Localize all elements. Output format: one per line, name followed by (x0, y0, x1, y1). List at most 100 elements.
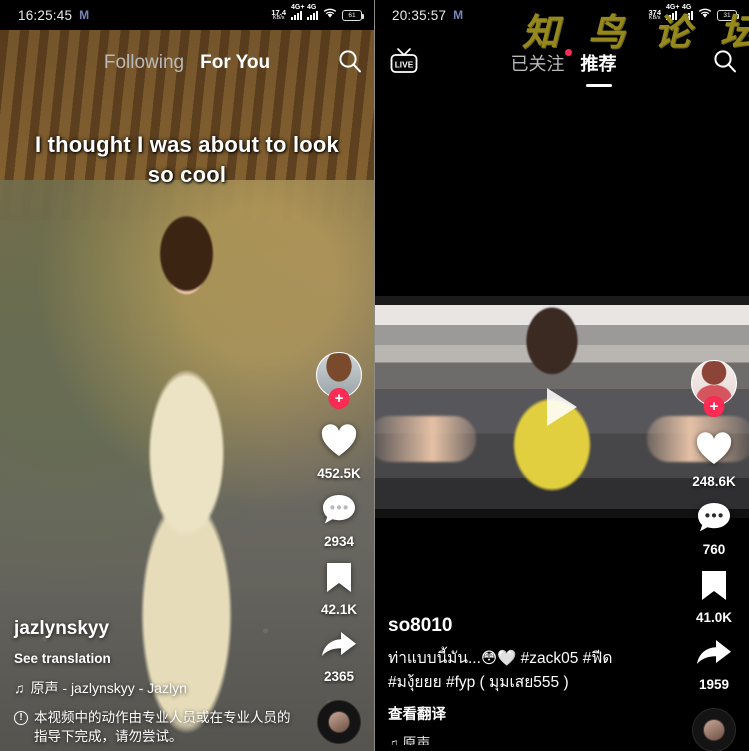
search-button-left[interactable] (326, 48, 374, 79)
nav-tabs-right: 已关注 推荐 (426, 49, 701, 87)
username[interactable]: so8010 (388, 615, 664, 637)
nav-tabs-left: Following For You (48, 52, 326, 74)
share-action[interactable]: 1959 (695, 637, 733, 692)
status-clock: 16:25:45 (18, 7, 73, 23)
action-rail-right: + 248.6K 760 41.0K 1959 (679, 360, 749, 751)
share-arrow-icon[interactable] (695, 637, 733, 674)
video-subtitle-line-2: so cool (147, 161, 227, 187)
battery-level-text: 61 (348, 11, 356, 19)
status-bar-right-group: 374 KB/s 4G+ 4G 31 (648, 4, 739, 22)
bookmark-action[interactable]: 42.1K (321, 561, 357, 617)
video-info-left: jazlynskyy See translation ♫ 原声 - jazlyn… (0, 618, 300, 751)
username[interactable]: jazlynskyy (14, 618, 300, 640)
share-arrow-icon[interactable] (320, 629, 358, 666)
dual-phone-screenshot-comparison: 16:25:45 M 17.4 KB/s 4G+ 4G 61 Following… (0, 0, 749, 751)
comment-action[interactable]: 760 (696, 501, 732, 557)
video-subtitle-line-1: I thought I was about to look (35, 132, 339, 157)
see-translation-link[interactable]: 查看翻译 (388, 703, 664, 724)
bookmark-icon[interactable] (324, 561, 354, 599)
comment-icon[interactable] (696, 501, 732, 539)
follow-button[interactable]: + (703, 396, 725, 417)
safety-warning-text: 本视频中的动作由专业人员或在专业人员的指导下完成，请勿尝试。 (34, 710, 291, 745)
description-line-2: #มงุ้ยยย #fyp ( มุมเสย555 ) (388, 673, 569, 691)
like-action[interactable]: 452.5K (317, 424, 361, 481)
network-speed-indicator: 374 KB/s (648, 8, 661, 22)
avatar-with-follow[interactable]: + (316, 352, 362, 409)
bookmark-count: 41.0K (695, 610, 733, 625)
music-title: 原声 - jazlynskyy - Jazlyn (30, 680, 187, 697)
heart-icon[interactable] (695, 432, 733, 471)
active-tab-underline (585, 84, 612, 87)
video-subtitle-overlay: I thought I was about to look so cool (0, 130, 374, 190)
comment-action[interactable]: 2934 (321, 493, 357, 549)
carrier-badge: M (79, 8, 90, 22)
status-bar-right: 20:35:57 M 374 KB/s 4G+ 4G 31 (374, 0, 749, 30)
wifi-icon (698, 8, 712, 22)
signal-bars-icon-1: 4G+ (291, 4, 304, 20)
share-action[interactable]: 2365 (320, 629, 358, 684)
wifi-icon (323, 8, 337, 22)
safety-warning-row: ! 本视频中的动作由专业人员或在专业人员的指导下完成，请勿尝试。 (14, 709, 300, 747)
search-icon (337, 48, 363, 79)
signal-bars-icon-2: 4G (682, 4, 693, 20)
music-disc-icon[interactable] (692, 708, 736, 751)
signal-label-2: 4G (682, 3, 692, 11)
top-nav-left: Following For You (0, 38, 374, 88)
signal-label-1: 4G+ (666, 3, 680, 11)
share-count: 2365 (323, 669, 355, 684)
tab-recommend[interactable]: 推荐 (580, 50, 617, 87)
live-button[interactable]: LIVE (374, 47, 426, 80)
following-badge-dot (564, 49, 572, 56)
bookmark-icon[interactable] (699, 569, 729, 607)
signal-bars-icon-2: 4G (307, 4, 318, 20)
play-triangle-icon[interactable] (546, 388, 577, 426)
tab-recommend-label: 推荐 (580, 54, 617, 74)
comment-count: 2934 (323, 534, 355, 549)
status-bar-left-group: 20:35:57 M (392, 8, 463, 23)
avatar-with-follow[interactable]: + (691, 360, 737, 417)
music-row[interactable]: ♫ 原声 - jazlynskyy - Jazlyn (14, 678, 300, 698)
network-speed-unit: KB/s (648, 15, 661, 21)
signal-label-2: 4G (307, 3, 317, 11)
signal-label-1: 4G+ (291, 3, 305, 11)
share-count: 1959 (698, 677, 730, 692)
video-info-right: so8010 ท่าแบบนี้มัน...😳🤍 #zack05 #ฟีด #ม… (374, 615, 664, 749)
right-phone-panel: 20:35:57 M 374 KB/s 4G+ 4G 31 知 鸟 论 坛 LI… (374, 0, 749, 751)
comment-icon[interactable] (321, 493, 357, 531)
music-row-partial[interactable]: ♫ 原声 (388, 733, 664, 745)
tab-for-you[interactable]: For You (200, 52, 270, 74)
like-action[interactable]: 248.6K (692, 432, 736, 489)
signal-bars-icon-1: 4G+ (666, 4, 679, 20)
description-line-1: ท่าแบบนี้มัน...😳🤍 #zack05 #ฟีด (388, 649, 613, 667)
bookmark-count: 42.1K (320, 602, 358, 617)
network-speed-unit: KB/s (272, 15, 285, 21)
search-button-right[interactable] (701, 48, 749, 79)
see-translation-link[interactable]: See translation (14, 651, 300, 666)
video-description[interactable]: ท่าแบบนี้มัน...😳🤍 #zack05 #ฟีด #มงุ้ยยย … (388, 647, 664, 695)
left-phone-panel: 16:25:45 M 17.4 KB/s 4G+ 4G 61 Following… (0, 0, 374, 751)
video-figure-left-leg (374, 416, 476, 462)
top-nav-right: LIVE 已关注 推荐 (374, 38, 749, 88)
comment-count: 760 (702, 542, 726, 557)
live-tv-icon: LIVE (389, 47, 419, 80)
battery-icon: 31 (717, 9, 739, 21)
tab-following[interactable]: 已关注 (510, 49, 572, 76)
status-bar-left: 16:25:45 M 17.4 KB/s 4G+ 4G 61 (0, 0, 374, 30)
like-count: 452.5K (317, 466, 361, 481)
carrier-badge: M (453, 8, 464, 22)
action-rail-left: + 452.5K 2934 42.1K 2365 (304, 352, 374, 744)
svg-text:LIVE: LIVE (395, 59, 414, 69)
panel-divider (374, 0, 375, 751)
warning-icon: ! (14, 711, 28, 726)
like-count: 248.6K (692, 474, 736, 489)
status-bar-left-group: 16:25:45 M (18, 8, 89, 23)
tab-following[interactable]: Following (104, 52, 184, 74)
music-note-icon: ♫ (14, 680, 25, 697)
bookmark-action[interactable]: 41.0K (696, 569, 732, 625)
tab-following-label: 已关注 (510, 54, 565, 74)
music-disc-icon[interactable] (317, 700, 361, 744)
status-clock: 20:35:57 (392, 7, 447, 23)
battery-level-text: 31 (723, 11, 731, 19)
heart-icon[interactable] (320, 424, 358, 463)
follow-button[interactable]: + (328, 388, 350, 409)
